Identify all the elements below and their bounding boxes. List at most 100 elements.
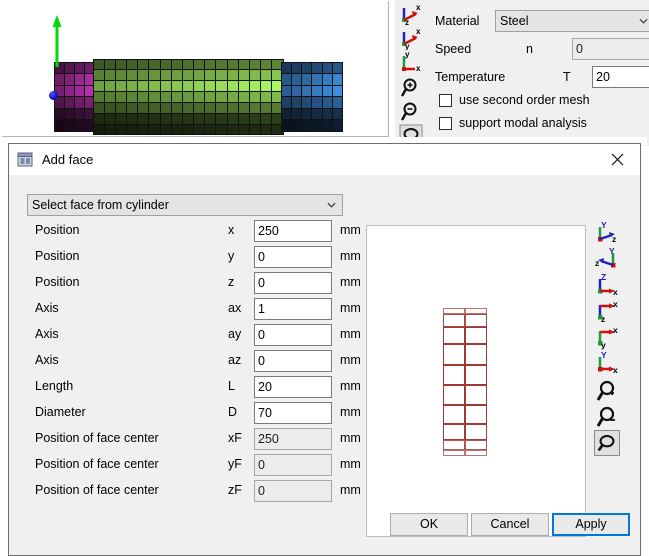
position-y-unit: mm [340, 249, 361, 263]
view-yx-icon[interactable]: y x [399, 50, 423, 74]
position-z-input[interactable] [254, 272, 332, 294]
position-x-input[interactable] [254, 220, 332, 242]
view-zy-icon[interactable]: Y z [594, 246, 620, 272]
form-row-position-z: Position z mm [35, 272, 361, 294]
chevron-down-icon [639, 18, 648, 24]
axis-ay-input[interactable] [254, 324, 332, 346]
axis-az-symbol: az [228, 353, 242, 367]
zoom-out-icon[interactable] [399, 100, 423, 124]
temperature-input[interactable] [592, 66, 649, 88]
axis-ax-input[interactable] [254, 298, 332, 320]
speed-symbol: n [526, 42, 533, 56]
temperature-label: Temperature [435, 70, 506, 84]
axis-az-label: Axis [35, 353, 59, 367]
svg-text:x: x [613, 325, 618, 335]
axis-az-unit: mm [340, 353, 361, 367]
preview-mesh-cell [443, 344, 465, 365]
preview-mesh-cell [465, 423, 487, 440]
form-row-face-center-x: Position of face center xF mm [35, 428, 361, 450]
viewport-canvas[interactable] [2, 1, 388, 136]
view-zx-icon[interactable]: Z x [594, 272, 620, 298]
position-y-label: Position [35, 249, 80, 263]
svg-text:z: z [595, 258, 599, 268]
preview-mesh-cell [443, 423, 465, 440]
diameter-input[interactable] [254, 402, 332, 424]
svg-text:y: y [601, 340, 606, 350]
zoom-in-icon[interactable] [399, 76, 423, 100]
parameter-form: Position x mm Position y mm Position z mm Axis ax m… [9, 175, 361, 515]
position-x-label: Position [35, 223, 80, 237]
position-z-symbol: z [228, 275, 235, 289]
zoom-fit-button[interactable] [594, 430, 620, 456]
position-y-input[interactable] [254, 246, 332, 268]
material-value: Steel [500, 14, 529, 28]
preview-mesh-cell [465, 344, 487, 365]
shaft-segment-blue [280, 61, 344, 132]
zoom-out-icon[interactable] [594, 404, 620, 430]
preview-mesh-cell [465, 313, 487, 327]
checkbox-support-modal-analysis[interactable]: support modal analysis [439, 116, 587, 130]
diameter-symbol: D [228, 405, 238, 419]
form-row-face-center-y: Position of face center yF mm [35, 454, 361, 476]
dialog-body: Select face from cylinder PositionxmmPos… [9, 175, 640, 555]
preview-mesh-cell [465, 450, 487, 456]
face-center-x-input[interactable] [254, 428, 332, 450]
apply-button[interactable]: Apply [552, 513, 630, 536]
checkbox-box[interactable] [439, 93, 452, 107]
form-row-position-x: Position x mm [35, 220, 361, 242]
view-yx-alt-icon[interactable]: Y x [594, 350, 620, 376]
y-axis-arrow [52, 15, 62, 67]
position-y-symbol: y [228, 249, 235, 263]
form-row-face-center-z: Position of face center zF mm [35, 480, 361, 502]
face-center-y-label: Position of face center [35, 457, 159, 471]
axis-ax-symbol: ax [228, 301, 242, 315]
zoom-fit-icon [597, 434, 615, 452]
temperature-symbol: T [563, 70, 571, 84]
properties-panel: Material Steel Speed n Temperature T [427, 0, 649, 152]
preview-mesh-cell [443, 439, 465, 451]
checkbox-label: use second order mesh [459, 93, 590, 107]
axis-az-input[interactable] [254, 350, 332, 372]
form-row-length: Length Lmm [35, 376, 361, 398]
face-center-z-input[interactable] [254, 480, 332, 502]
view-zx-icon[interactable]: z x [399, 2, 423, 26]
close-button[interactable] [595, 144, 640, 174]
3d-mesh-viewport[interactable] [2, 1, 389, 137]
form-row-axis-ax: Axis ax mm [35, 298, 361, 320]
diameter-unit: mm [340, 405, 361, 419]
mesh-cell [332, 119, 344, 132]
preview-mesh-cell [465, 326, 487, 345]
axis-ay-label: Axis [35, 327, 59, 341]
svg-text:x: x [416, 27, 421, 36]
position-z-unit: mm [340, 275, 361, 289]
view-yx-icon[interactable]: y x [594, 324, 620, 350]
material-dropdown[interactable]: Steel [495, 10, 649, 32]
face-center-z-label: Position of face center [35, 483, 159, 497]
close-icon [611, 153, 624, 165]
speed-input[interactable] [572, 38, 649, 60]
preview-mesh-cell [465, 405, 487, 424]
svg-text:Y: Y [609, 246, 615, 256]
svg-text:x: x [613, 299, 618, 309]
position-x-symbol: x [228, 223, 235, 237]
face-center-y-input[interactable] [254, 454, 332, 476]
face-center-z-unit: mm [340, 483, 361, 497]
preview-toolbar: Y z Y z Z x z x y x Y x [592, 220, 626, 556]
face-preview[interactable] [366, 225, 586, 537]
checkbox-use-second-order-mesh[interactable]: use second order mesh [439, 93, 590, 107]
zoom-in-icon[interactable] [594, 378, 620, 404]
form-row-axis-az: Axis az mm [35, 350, 361, 372]
checkbox-box[interactable] [439, 116, 452, 130]
svg-text:z: z [601, 314, 605, 324]
axis-ay-symbol: ay [228, 327, 242, 341]
cancel-button[interactable]: Cancel [471, 513, 549, 536]
view-zx-alt-icon[interactable]: z x [594, 298, 620, 324]
speed-label: Speed [435, 42, 472, 56]
ok-button[interactable]: OK [390, 513, 468, 536]
length-input[interactable] [254, 376, 332, 398]
form-row-position-y: Position y mm [35, 246, 361, 268]
view-yz-icon[interactable]: Y z [594, 220, 620, 246]
shaft-segment-green [92, 58, 284, 136]
dialog-titlebar[interactable]: Add face [9, 144, 640, 175]
view-zx-alt-icon[interactable]: y x [399, 26, 423, 50]
